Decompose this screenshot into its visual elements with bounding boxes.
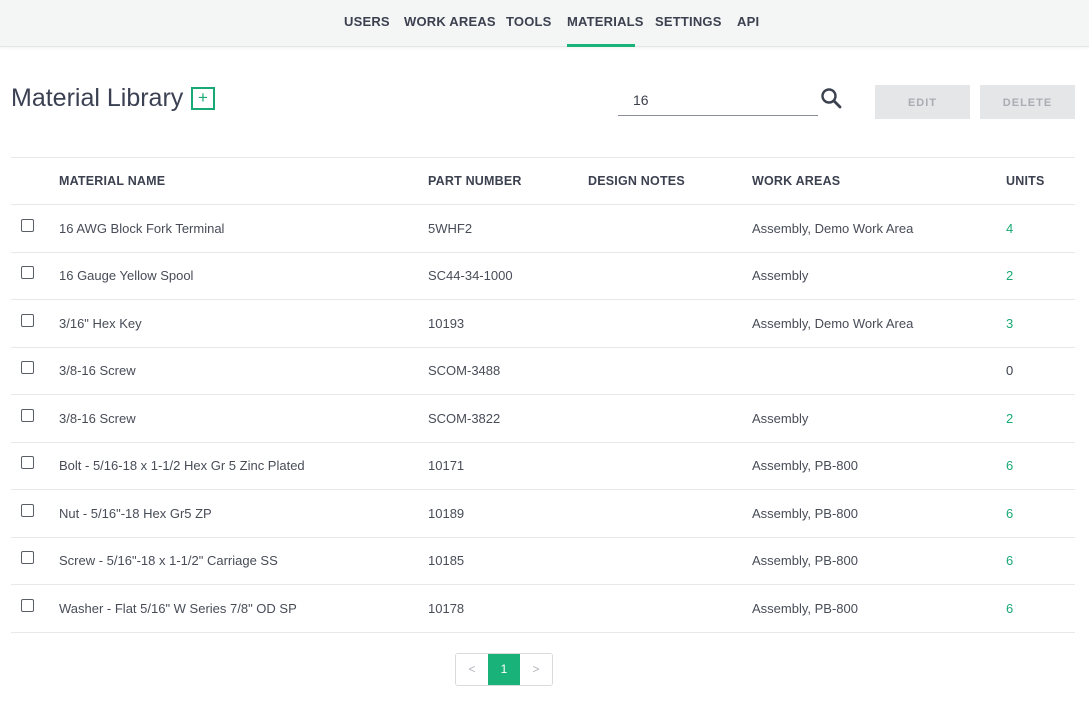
table-row[interactable]: 3/16" Hex Key 10193 Assembly, Demo Work … — [11, 299, 1075, 348]
material-name[interactable]: Washer - Flat 5/16" W Series 7/8" OD SP — [59, 584, 428, 633]
units-count[interactable]: 2 — [1006, 268, 1013, 283]
work-areas — [752, 347, 1006, 395]
work-areas: Assembly, Demo Work Area — [752, 299, 1006, 348]
part-number: SC44-34-1000 — [428, 252, 588, 300]
design-notes — [588, 204, 752, 253]
add-material-button[interactable]: + — [191, 87, 215, 110]
column-header-design-notes[interactable]: DESIGN NOTES — [588, 157, 752, 205]
table-header-row: MATERIAL NAME PART NUMBER DESIGN NOTES W… — [11, 157, 1075, 205]
material-name[interactable]: Bolt - 5/16-18 x 1-1/2 Hex Gr 5 Zinc Pla… — [59, 442, 428, 490]
column-header-work-areas[interactable]: WORK AREAS — [752, 157, 1006, 205]
table-row[interactable]: 3/8-16 Screw SCOM-3822 Assembly 2 — [11, 394, 1075, 443]
pagination: < 1 > — [455, 653, 553, 686]
next-page-button[interactable]: > — [520, 654, 552, 685]
material-name[interactable]: 3/8-16 Screw — [59, 394, 428, 443]
table-row[interactable]: 3/8-16 Screw SCOM-3488 0 — [11, 347, 1075, 395]
material-name[interactable]: 16 AWG Block Fork Terminal — [59, 204, 428, 253]
work-areas: Assembly — [752, 252, 1006, 300]
table-row[interactable]: 16 AWG Block Fork Terminal 5WHF2 Assembl… — [11, 204, 1075, 253]
part-number: 10193 — [428, 299, 588, 348]
part-number: SCOM-3488 — [428, 347, 588, 395]
work-areas: Assembly, Demo Work Area — [752, 204, 1006, 253]
material-name[interactable]: 3/8-16 Screw — [59, 347, 428, 395]
design-notes — [588, 347, 752, 395]
column-header-units[interactable]: UNITS — [1006, 157, 1075, 205]
material-name[interactable]: 3/16" Hex Key — [59, 299, 428, 348]
tab-users[interactable]: USERS — [344, 0, 390, 47]
row-checkbox[interactable] — [21, 456, 34, 470]
table-row[interactable]: Nut - 5/16"-18 Hex Gr5 ZP 10189 Assembly… — [11, 489, 1075, 538]
table-row[interactable]: Bolt - 5/16-18 x 1-1/2 Hex Gr 5 Zinc Pla… — [11, 442, 1075, 490]
tab-tools[interactable]: TOOLS — [506, 0, 552, 47]
row-checkbox[interactable] — [21, 218, 34, 232]
work-areas: Assembly, PB-800 — [752, 442, 1006, 490]
search-input[interactable] — [618, 84, 818, 116]
units-count[interactable]: 2 — [1006, 411, 1013, 426]
search-icon[interactable] — [820, 87, 842, 109]
units-count[interactable]: 6 — [1006, 458, 1013, 473]
part-number: 5WHF2 — [428, 204, 588, 253]
part-number: SCOM-3822 — [428, 394, 588, 443]
page-title: Material Library — [11, 84, 184, 112]
tab-materials[interactable]: MATERIALS — [567, 0, 643, 47]
row-checkbox[interactable] — [21, 313, 34, 327]
select-column-header — [11, 157, 59, 205]
row-checkbox[interactable] — [21, 266, 34, 280]
design-notes — [588, 442, 752, 490]
design-notes — [588, 489, 752, 538]
part-number: 10189 — [428, 489, 588, 538]
work-areas: Assembly — [752, 394, 1006, 443]
column-header-part-number[interactable]: PART NUMBER — [428, 157, 588, 205]
table-row[interactable]: 16 Gauge Yellow Spool SC44-34-1000 Assem… — [11, 252, 1075, 300]
tab-api[interactable]: API — [737, 0, 759, 47]
units-count[interactable]: 4 — [1006, 221, 1013, 236]
part-number: 10178 — [428, 584, 588, 633]
top-navigation: USERS WORK AREAS TOOLS MATERIALS SETTING… — [0, 0, 1089, 47]
materials-table: MATERIAL NAME PART NUMBER DESIGN NOTES W… — [11, 157, 1075, 633]
table-row[interactable]: Screw - 5/16"-18 x 1-1/2" Carriage SS 10… — [11, 537, 1075, 585]
part-number: 10171 — [428, 442, 588, 490]
row-checkbox[interactable] — [21, 551, 34, 565]
edit-button[interactable]: EDIT — [875, 85, 970, 119]
work-areas: Assembly, PB-800 — [752, 537, 1006, 585]
units-count: 0 — [1006, 363, 1014, 379]
work-areas: Assembly, PB-800 — [752, 584, 1006, 633]
tab-settings[interactable]: SETTINGS — [655, 0, 722, 47]
row-checkbox[interactable] — [21, 361, 34, 375]
design-notes — [588, 299, 752, 348]
design-notes — [588, 394, 752, 443]
material-name[interactable]: Nut - 5/16"-18 Hex Gr5 ZP — [59, 489, 428, 538]
units-count[interactable]: 3 — [1006, 316, 1013, 331]
material-name[interactable]: Screw - 5/16"-18 x 1-1/2" Carriage SS — [59, 537, 428, 585]
page-1-button[interactable]: 1 — [488, 654, 520, 685]
tab-work-areas[interactable]: WORK AREAS — [404, 0, 496, 47]
column-header-material-name[interactable]: MATERIAL NAME — [59, 157, 428, 205]
delete-button[interactable]: DELETE — [980, 85, 1075, 119]
units-count[interactable]: 6 — [1006, 506, 1013, 521]
row-checkbox[interactable] — [21, 503, 34, 517]
part-number: 10185 — [428, 537, 588, 585]
prev-page-button[interactable]: < — [456, 654, 488, 685]
design-notes — [588, 252, 752, 300]
table-row[interactable]: Washer - Flat 5/16" W Series 7/8" OD SP … — [11, 584, 1075, 633]
material-name[interactable]: 16 Gauge Yellow Spool — [59, 252, 428, 300]
design-notes — [588, 584, 752, 633]
units-count[interactable]: 6 — [1006, 553, 1013, 568]
design-notes — [588, 537, 752, 585]
work-areas: Assembly, PB-800 — [752, 489, 1006, 538]
row-checkbox[interactable] — [21, 408, 34, 422]
units-count[interactable]: 6 — [1006, 601, 1013, 616]
row-checkbox[interactable] — [21, 598, 34, 612]
